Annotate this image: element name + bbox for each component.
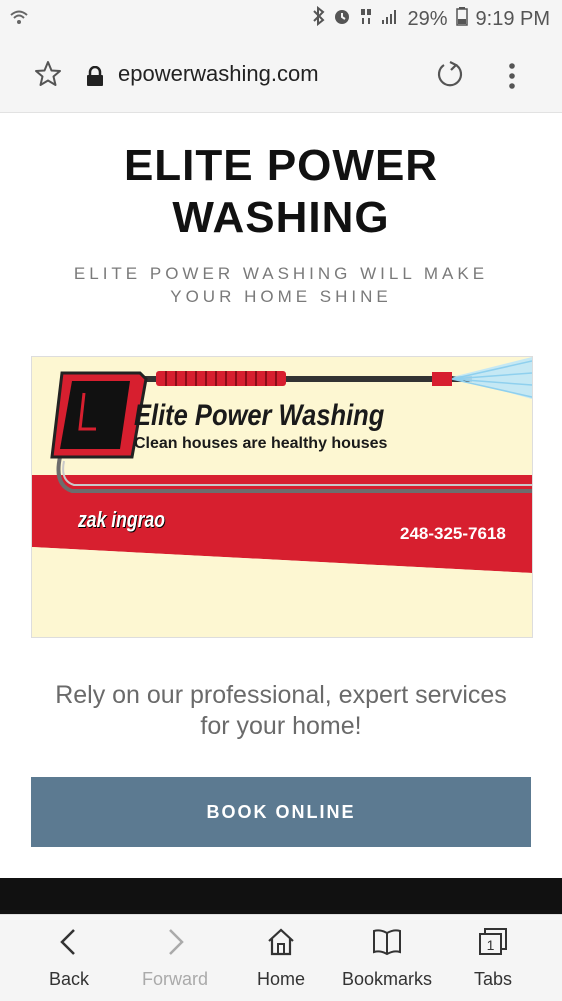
browser-bottom-toolbar: Back Forward Home Bookmarks 1 Tabs <box>0 914 562 1001</box>
page-title: ELITE POWER WASHING <box>123 141 439 242</box>
signal-icon <box>381 7 399 31</box>
battery-percent: 29% <box>407 7 448 30</box>
bookmarks-button[interactable]: Bookmarks <box>332 923 442 990</box>
bookmark-star-icon[interactable] <box>34 60 62 88</box>
lock-icon <box>86 65 104 86</box>
forward-button[interactable]: Forward <box>120 923 230 990</box>
address-bar: epowerwashing.com <box>0 36 562 113</box>
data-icon <box>359 6 373 32</box>
home-button[interactable]: Home <box>226 923 336 990</box>
status-bar: 29% 9:19 PM <box>0 0 562 36</box>
reload-icon[interactable] <box>436 60 464 88</box>
banner-brand-name: Elite Power Washing <box>134 399 385 432</box>
tagline: ELITE POWER WASHING WILL MAKE YOUR HOME … <box>73 264 489 306</box>
home-icon <box>266 927 296 957</box>
url-text[interactable]: epowerwashing.com <box>118 61 319 87</box>
wifi-icon <box>10 8 28 31</box>
banner-phone-number: 248-325-7618 <box>400 524 506 543</box>
banner-owner-name: zak ingrao <box>78 507 166 532</box>
tabs-icon: 1 <box>478 927 508 957</box>
tabs-button[interactable]: 1 Tabs <box>438 923 548 990</box>
lead-text: Rely on our professional, expert service… <box>55 681 507 740</box>
back-button[interactable]: Back <box>14 923 124 990</box>
tab-count: 1 <box>487 937 495 953</box>
book-online-button[interactable]: BOOK ONLINE <box>31 777 531 847</box>
bluetooth-icon <box>313 5 325 32</box>
battery-icon <box>455 6 468 32</box>
footer-band <box>0 878 562 914</box>
banner-slogan: Clean houses are healthy houses <box>134 435 388 452</box>
more-menu-icon[interactable] <box>506 62 518 90</box>
clock: 9:19 PM <box>475 7 550 30</box>
business-card-image: Elite Power Washing Clean houses are hea… <box>31 356 533 638</box>
bookmarks-label: Bookmarks <box>341 969 433 989</box>
home-label: Home <box>256 969 305 989</box>
bookmarks-book-icon <box>372 927 402 957</box>
back-label: Back <box>48 969 90 989</box>
tabs-label: Tabs <box>473 969 513 989</box>
alarm-icon <box>333 7 351 31</box>
back-arrow-icon <box>54 927 84 957</box>
forward-label: Forward <box>141 969 208 989</box>
forward-arrow-icon <box>160 927 190 957</box>
